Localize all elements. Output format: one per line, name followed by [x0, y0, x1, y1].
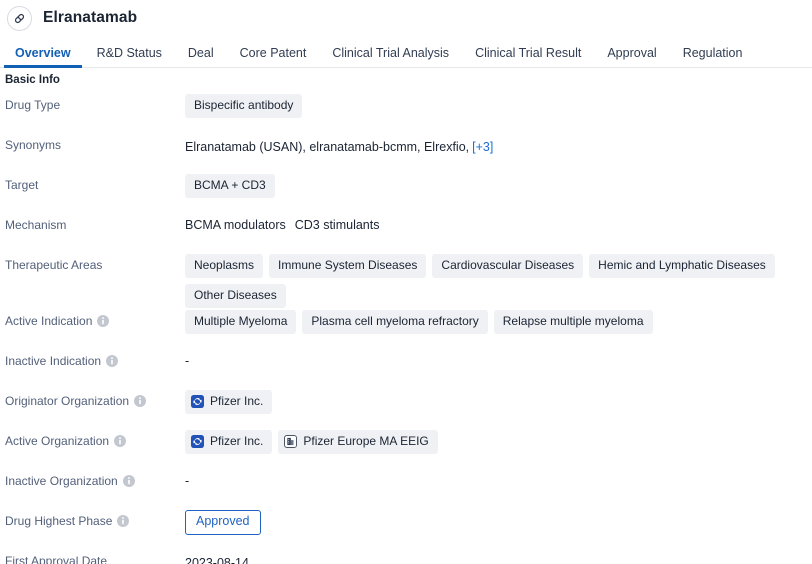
- mechanism-item: CD3 stimulants: [294, 218, 380, 232]
- chip[interactable]: Bispecific antibody: [185, 94, 303, 118]
- label-synonyms: Synonyms: [5, 132, 185, 152]
- chip[interactable]: Immune System Diseases: [269, 254, 427, 278]
- label-text: Mechanism: [5, 218, 67, 232]
- label-text: Originator Organization: [5, 394, 130, 408]
- label-active-organization: Active Organization: [5, 428, 185, 448]
- row-originator-organization: Originator Organization Pfizer Inc.: [0, 388, 812, 428]
- label-mechanism: Mechanism: [5, 212, 185, 232]
- mechanism-list: BCMA modulators CD3 stimulants: [185, 214, 379, 232]
- value-drug-highest-phase: Approved: [185, 508, 812, 535]
- org-chip[interactable]: Pfizer Inc.: [185, 430, 273, 454]
- org-chip[interactable]: Pfizer Europe MA EEIG: [278, 430, 438, 454]
- pfizer-logo-icon: [191, 435, 204, 448]
- tab-clinical-trial-analysis[interactable]: Clinical Trial Analysis: [319, 46, 462, 67]
- label-text: Target: [5, 178, 39, 192]
- row-active-indication: Active Indication Multiple Myeloma Plasm…: [0, 308, 812, 348]
- info-icon[interactable]: [117, 515, 130, 528]
- row-mechanism: Mechanism BCMA modulators CD3 stimulants: [0, 212, 812, 252]
- tab-clinical-trial-result[interactable]: Clinical Trial Result: [462, 46, 594, 67]
- info-icon[interactable]: [106, 355, 119, 368]
- chip[interactable]: BCMA + CD3: [185, 174, 275, 198]
- label-target: Target: [5, 172, 185, 192]
- label-text: Drug Highest Phase: [5, 514, 113, 528]
- row-first-approval-date: First Approval Date 2023-08-14: [0, 548, 812, 564]
- status-badge[interactable]: Approved: [185, 510, 261, 535]
- tabbar: Overview R&D Status Deal Core Patent Cli…: [0, 36, 812, 68]
- chip[interactable]: Plasma cell myeloma refractory: [302, 310, 488, 334]
- org-name: Pfizer Inc.: [210, 394, 264, 408]
- label-first-approval-date: First Approval Date: [5, 548, 185, 564]
- capsule-icon: [7, 5, 32, 31]
- label-originator-organization: Originator Organization: [5, 388, 185, 408]
- info-icon[interactable]: [97, 315, 110, 328]
- chip[interactable]: Hemic and Lymphatic Diseases: [589, 254, 775, 278]
- value-originator-organization: Pfizer Inc.: [185, 388, 812, 414]
- info-icon[interactable]: [134, 395, 147, 408]
- chip[interactable]: Neoplasms: [185, 254, 264, 278]
- org-chip[interactable]: Pfizer Inc.: [185, 390, 273, 414]
- label-text: Synonyms: [5, 138, 62, 152]
- value-mechanism: BCMA modulators CD3 stimulants: [185, 212, 812, 232]
- tab-rd-status[interactable]: R&D Status: [84, 46, 175, 67]
- synonyms-text: Elranatamab (USAN), elranatamab-bcmm, El…: [185, 140, 470, 154]
- row-synonyms: Synonyms Elranatamab (USAN), elranatamab…: [0, 132, 812, 172]
- label-text: Drug Type: [5, 98, 61, 112]
- chip[interactable]: Cardiovascular Diseases: [432, 254, 584, 278]
- value-active-indication: Multiple Myeloma Plasma cell myeloma ref…: [185, 308, 812, 334]
- row-drug-highest-phase: Drug Highest Phase Approved: [0, 508, 812, 548]
- tab-overview[interactable]: Overview: [2, 46, 84, 68]
- row-inactive-indication: Inactive Indication -: [0, 348, 812, 388]
- synonyms-more-link[interactable]: [+3]: [472, 140, 493, 154]
- label-active-indication: Active Indication: [5, 308, 185, 328]
- value-therapeutic-areas: Neoplasms Immune System Diseases Cardiov…: [185, 252, 812, 308]
- label-text: Inactive Organization: [5, 474, 118, 488]
- label-text: Active Organization: [5, 434, 110, 448]
- info-icon[interactable]: [122, 475, 135, 488]
- label-drug-highest-phase: Drug Highest Phase: [5, 508, 185, 528]
- app-header: Elranatamab: [0, 0, 812, 36]
- chip[interactable]: Relapse multiple myeloma: [493, 310, 653, 334]
- value-inactive-indication: -: [185, 348, 812, 368]
- row-active-organization: Active Organization Pfizer Inc. Pfizer E…: [0, 428, 812, 468]
- value-drug-type: Bispecific antibody: [185, 92, 812, 118]
- page-title: Elranatamab: [43, 9, 138, 26]
- mechanism-item: BCMA modulators: [185, 218, 286, 232]
- empty-value: -: [185, 354, 190, 368]
- info-icon[interactable]: [114, 435, 127, 448]
- org-name: Pfizer Europe MA EEIG: [303, 434, 429, 448]
- label-text: Active Indication: [5, 314, 93, 328]
- label-inactive-indication: Inactive Indication: [5, 348, 185, 368]
- org-name: Pfizer Inc.: [210, 434, 264, 448]
- value-active-organization: Pfizer Inc. Pfizer Europe MA EEIG: [185, 428, 812, 454]
- tab-deal[interactable]: Deal: [175, 46, 227, 67]
- tab-approval[interactable]: Approval: [594, 46, 669, 67]
- label-text: Inactive Indication: [5, 354, 102, 368]
- pfizer-logo-icon: [191, 395, 204, 408]
- label-drug-type: Drug Type: [5, 92, 185, 112]
- date-value: 2023-08-14: [185, 556, 249, 564]
- label-inactive-organization: Inactive Organization: [5, 468, 185, 488]
- chip[interactable]: Multiple Myeloma: [185, 310, 297, 334]
- section-title-basic-info: Basic Info: [5, 74, 60, 86]
- row-drug-type: Drug Type Bispecific antibody: [0, 92, 812, 132]
- synonyms-line: Elranatamab (USAN), elranatamab-bcmm, El…: [185, 134, 493, 156]
- empty-value: -: [185, 474, 190, 488]
- value-synonyms: Elranatamab (USAN), elranatamab-bcmm, El…: [185, 132, 812, 156]
- chip[interactable]: Other Diseases: [185, 284, 286, 308]
- value-inactive-organization: -: [185, 468, 812, 488]
- building-icon: [284, 435, 298, 448]
- value-target: BCMA + CD3: [185, 172, 812, 198]
- row-therapeutic-areas: Therapeutic Areas Neoplasms Immune Syste…: [0, 252, 812, 308]
- tab-regulation[interactable]: Regulation: [670, 46, 756, 67]
- value-first-approval-date: 2023-08-14: [185, 548, 812, 564]
- row-inactive-organization: Inactive Organization -: [0, 468, 812, 508]
- row-target: Target BCMA + CD3: [0, 172, 812, 212]
- label-text: Therapeutic Areas: [5, 258, 103, 272]
- label-therapeutic-areas: Therapeutic Areas: [5, 252, 185, 272]
- tab-core-patent[interactable]: Core Patent: [227, 46, 320, 67]
- label-text: First Approval Date: [5, 554, 108, 564]
- basic-info-rows: Drug Type Bispecific antibody Synonyms E…: [0, 86, 812, 564]
